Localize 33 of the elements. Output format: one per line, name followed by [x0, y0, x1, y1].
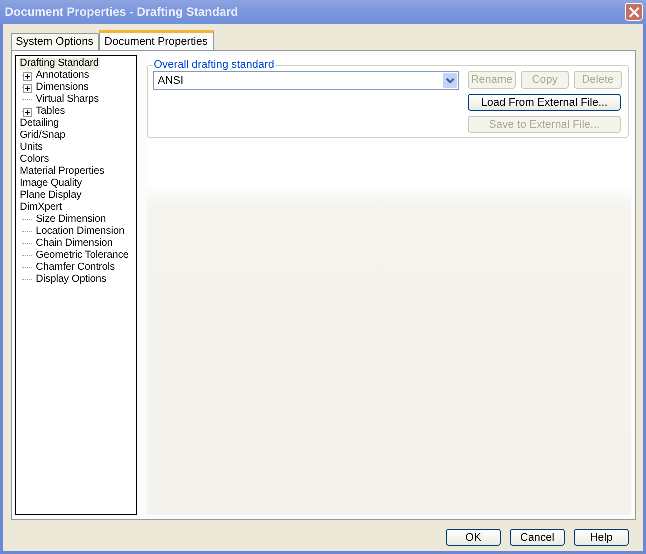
expand-icon[interactable]	[23, 84, 32, 92]
tree-item[interactable]: Display Options	[35, 274, 108, 286]
file-button[interactable]: Load From External File...	[468, 94, 621, 111]
tree-item[interactable]: Geometric Tolerance	[35, 250, 130, 262]
tree-item[interactable]: Drafting Standard	[19, 58, 100, 70]
expand-icon[interactable]	[23, 72, 32, 80]
tree-item[interactable]: Tables	[35, 106, 66, 118]
tree-item[interactable]: Grid/Snap	[19, 130, 66, 142]
tree-item[interactable]: Virtual Sharps	[35, 94, 100, 106]
expand-icon[interactable]	[23, 108, 32, 116]
tree-item[interactable]: Units	[19, 142, 44, 154]
tree-item[interactable]: DimXpert	[19, 202, 64, 214]
tab[interactable]: System Options	[11, 33, 99, 50]
tree-item[interactable]: Chain Dimension	[35, 238, 114, 250]
dialog-button[interactable]: OK	[446, 529, 501, 546]
dialog-button[interactable]: Help	[574, 529, 629, 546]
tree-item[interactable]: Detailing	[19, 118, 60, 130]
group-label: Overall drafting standard	[153, 59, 276, 71]
window-title: Document Properties - Drafting Standard	[5, 5, 238, 19]
tree-item[interactable]: Chamfer Controls	[35, 262, 116, 274]
tree-item[interactable]: Size Dimension	[35, 214, 108, 226]
tree-item[interactable]: Dimensions	[35, 82, 90, 94]
tree-item[interactable]: Location Dimension	[35, 226, 126, 238]
standard-dropdown[interactable]: ANSI	[153, 71, 459, 90]
tree-item[interactable]: Material Properties	[19, 166, 106, 178]
dialog-button[interactable]: Cancel	[510, 529, 565, 546]
close-button[interactable]	[625, 3, 643, 21]
tree-item[interactable]: Annotations	[35, 70, 90, 82]
tab[interactable]: Document Properties	[98, 30, 214, 50]
tree-item[interactable]: Plane Display	[19, 190, 83, 202]
close-icon	[628, 6, 640, 18]
tree-item[interactable]: Colors	[19, 154, 50, 166]
tree-item[interactable]: Image Quality	[19, 178, 84, 190]
